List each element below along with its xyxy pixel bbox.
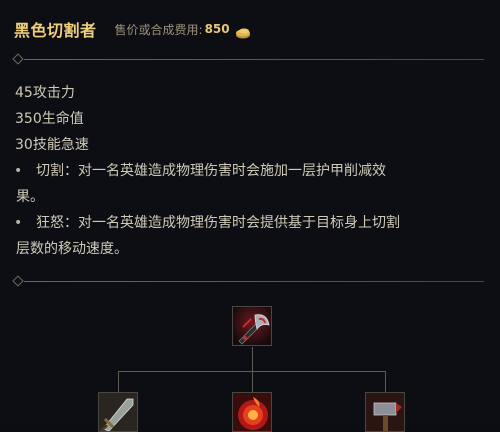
caulfields-warhammer-sword-icon[interactable] <box>98 392 138 432</box>
price-label: 售价或合成费用: <box>114 22 203 37</box>
passive-fervor: • 狂怒：对一名英雄造成物理伤害时会提供基于目标身上切割 层数的移动速度。 <box>14 210 484 262</box>
item-title: 黑色切割者 <box>14 21 97 40</box>
bullet-icon: • <box>14 163 23 179</box>
kindlegem-icon[interactable] <box>232 392 272 432</box>
black-cleaver-icon[interactable] <box>232 306 272 346</box>
recipe-divider <box>12 275 484 287</box>
recipe-tree-stem <box>252 347 253 371</box>
item-header: 黑色切割者 售价或合成费用: 850 <box>14 18 251 40</box>
passive-carve: • 切割：对一名英雄造成物理伤害时会施加一层护甲削减效 果。 <box>14 158 484 210</box>
stat-attack-damage: 45攻击力 <box>15 85 75 101</box>
passive-carve-line1: 切割：对一名英雄造成物理伤害时会施加一层护甲削减效 <box>36 163 386 179</box>
price-value: 850 <box>204 22 230 36</box>
item-tooltip-panel: 黑色切割者 售价或合成费用: 850 45攻击力 350生命值 30技能急速 •… <box>0 0 500 432</box>
stat-ability-haste: 30技能急速 <box>15 137 89 153</box>
passive-fervor-line1: 狂怒：对一名英雄造成物理伤害时会提供基于目标身上切割 <box>36 215 400 231</box>
bullet-icon: • <box>14 215 23 231</box>
stats-block: 45攻击力 350生命值 30技能急速 <box>15 80 89 158</box>
divider-diamond-icon <box>12 53 24 65</box>
passive-fervor-line2: 层数的移动速度。 <box>16 241 128 257</box>
passive-carve-line2: 果。 <box>16 189 44 205</box>
phage-hammer-icon[interactable] <box>365 392 405 432</box>
gold-coin-icon <box>235 24 251 39</box>
divider-diamond-icon <box>12 275 24 287</box>
stat-health: 350生命值 <box>15 111 84 127</box>
header-divider <box>12 53 484 65</box>
